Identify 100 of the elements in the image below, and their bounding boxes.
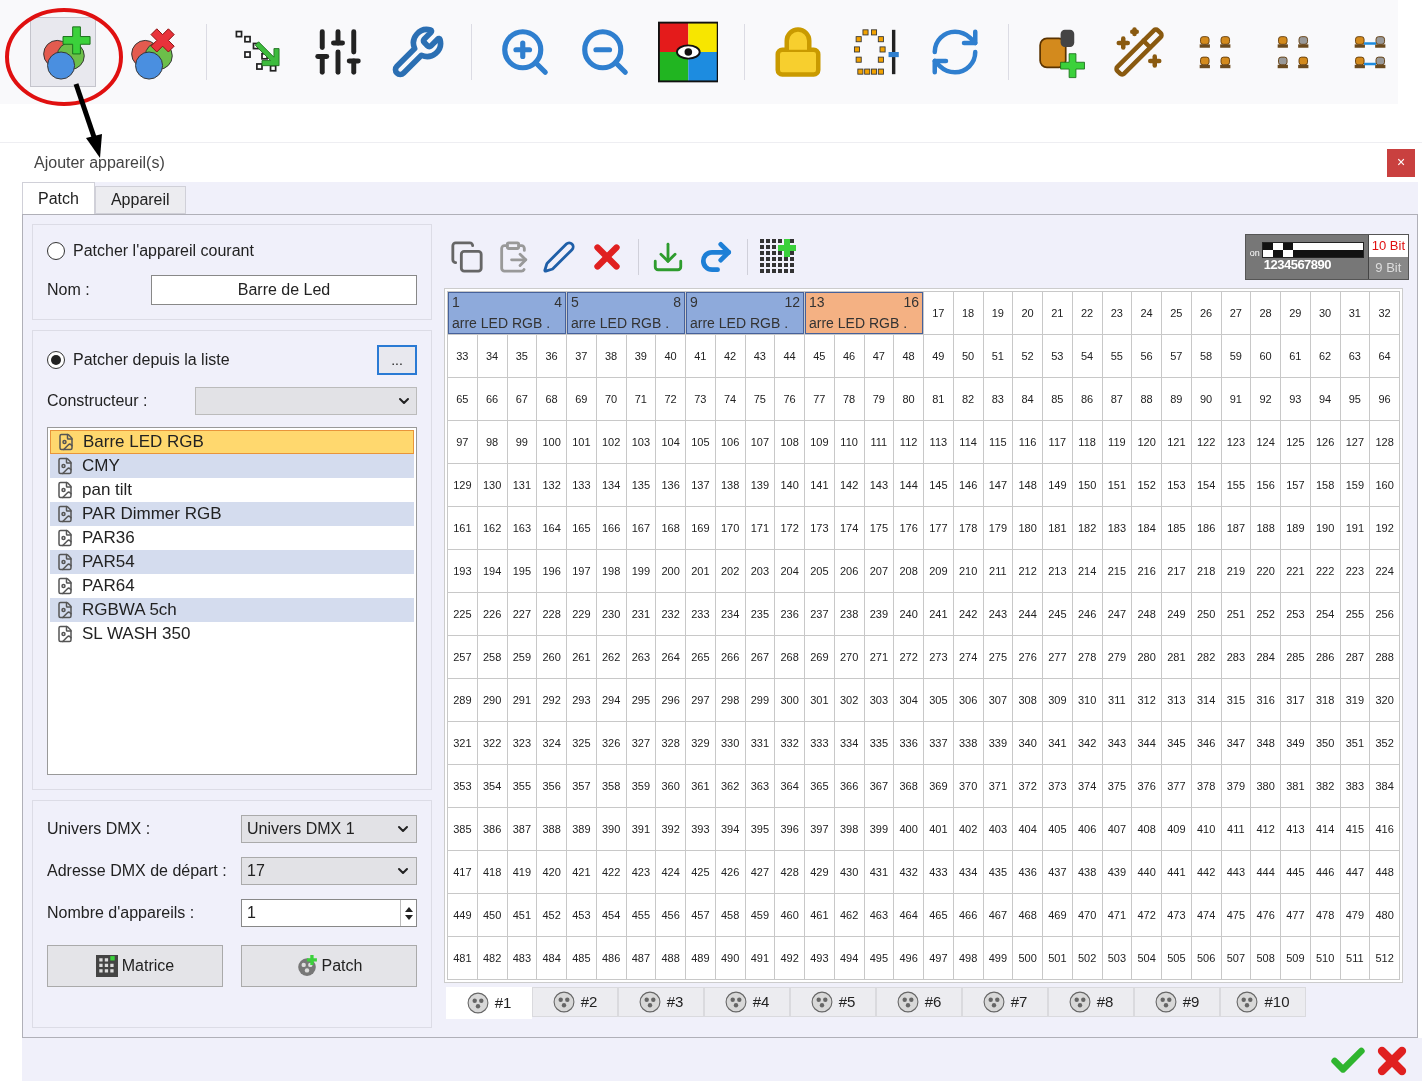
channel-cell[interactable]: 145	[924, 464, 953, 506]
channel-cell[interactable]: 425	[686, 851, 715, 893]
download-icon[interactable]	[651, 240, 685, 274]
channel-cell[interactable]: 249	[1162, 593, 1191, 635]
channel-cell[interactable]: 377	[1162, 765, 1191, 807]
channel-cell[interactable]: 342	[1072, 722, 1102, 764]
channel-cell[interactable]: 476	[1251, 894, 1280, 936]
channel-cell[interactable]: 115	[983, 421, 1013, 463]
channel-cell[interactable]: 43	[745, 335, 775, 377]
channel-cell[interactable]: 58	[1191, 335, 1221, 377]
channel-cell[interactable]: 449	[448, 894, 477, 936]
channel-cell[interactable]: 328	[656, 722, 685, 764]
channel-cell[interactable]: 128	[1370, 421, 1399, 463]
channel-cell[interactable]: 196	[537, 550, 566, 592]
channel-cell[interactable]: 420	[537, 851, 566, 893]
channel-cell[interactable]: 446	[1310, 851, 1340, 893]
channel-cell[interactable]: 320	[1370, 679, 1399, 721]
channel-cell[interactable]: 156	[1251, 464, 1280, 506]
channel-cell[interactable]: 49	[924, 335, 953, 377]
color-eye-icon[interactable]	[657, 20, 719, 84]
channel-cell[interactable]: 363	[745, 765, 775, 807]
channel-cell[interactable]: 87	[1102, 378, 1132, 420]
fixture-list-item[interactable]: Barre LED RGB	[50, 430, 414, 454]
channel-cell[interactable]: 159	[1340, 464, 1370, 506]
channel-cell[interactable]: 256	[1370, 593, 1399, 635]
channel-cell[interactable]: 175	[864, 507, 894, 549]
channel-cell[interactable]: 174	[834, 507, 864, 549]
tools-icon[interactable]	[390, 25, 445, 79]
channel-cell[interactable]: 394	[715, 808, 745, 850]
channel-cell[interactable]: 290	[477, 679, 507, 721]
channel-cell[interactable]: 95	[1340, 378, 1370, 420]
channel-cell[interactable]: 411	[1221, 808, 1251, 850]
channel-cell[interactable]: 321	[448, 722, 477, 764]
channel-cell[interactable]: 318	[1310, 679, 1340, 721]
channel-cell[interactable]: 91	[1221, 378, 1251, 420]
channel-cell[interactable]: 490	[715, 937, 745, 979]
channel-cell[interactable]: 483	[507, 937, 537, 979]
channel-cell[interactable]: 96	[1370, 378, 1399, 420]
channel-cell[interactable]: 177	[924, 507, 953, 549]
universe-tab[interactable]: #10	[1220, 987, 1306, 1017]
channel-cell[interactable]: 68	[537, 378, 566, 420]
channel-cell[interactable]: 88	[1132, 378, 1161, 420]
channel-cell[interactable]: 365	[805, 765, 834, 807]
channel-cell[interactable]: 111	[864, 421, 894, 463]
channel-cell[interactable]: 332	[775, 722, 804, 764]
channel-cell[interactable]: 251	[1221, 593, 1251, 635]
channel-cell[interactable]: 486	[596, 937, 626, 979]
channel-cell[interactable]: 121	[1162, 421, 1191, 463]
channel-cell[interactable]: 227	[507, 593, 537, 635]
channel-cell[interactable]: 329	[686, 722, 715, 764]
channel-cell[interactable]: 481	[448, 937, 477, 979]
channel-cell[interactable]: 417	[448, 851, 477, 893]
channel-cell[interactable]: 492	[775, 937, 804, 979]
channel-cell[interactable]: 223	[1340, 550, 1370, 592]
channel-cell[interactable]: 101	[567, 421, 596, 463]
tab[interactable]: Patch	[22, 182, 95, 214]
channel-cell[interactable]: 299	[745, 679, 775, 721]
channel-cell[interactable]: 254	[1310, 593, 1340, 635]
channel-cell[interactable]: 376	[1132, 765, 1161, 807]
channel-cell[interactable]: 24	[1132, 292, 1161, 334]
channel-cell[interactable]: 337	[924, 722, 953, 764]
channel-cell[interactable]: 224	[1370, 550, 1399, 592]
dropdown[interactable]: Univers DMX 1	[241, 815, 417, 843]
channel-cell[interactable]: 268	[775, 636, 804, 678]
channel-cell[interactable]: 130	[477, 464, 507, 506]
channel-cell[interactable]: 38	[596, 335, 626, 377]
channel-cell[interactable]: 341	[1043, 722, 1072, 764]
channel-cell[interactable]: 415	[1340, 808, 1370, 850]
channel-cell[interactable]: 219	[1221, 550, 1251, 592]
channel-cell[interactable]: 117	[1043, 421, 1072, 463]
channel-cell[interactable]: 306	[953, 679, 983, 721]
channel-cell[interactable]: 487	[626, 937, 656, 979]
channel-cell[interactable]: 146	[953, 464, 983, 506]
channel-cell[interactable]: 419	[507, 851, 537, 893]
channel-cell[interactable]: 283	[1221, 636, 1251, 678]
channel-cell[interactable]: 78	[834, 378, 864, 420]
channel-cell[interactable]: 308	[1013, 679, 1042, 721]
channel-cell[interactable]: 410	[1191, 808, 1221, 850]
channel-cell[interactable]: 99	[507, 421, 537, 463]
channel-cell[interactable]: 335	[864, 722, 894, 764]
channel-cell[interactable]: 50	[953, 335, 983, 377]
channel-cell[interactable]: 238	[834, 593, 864, 635]
channel-cell[interactable]: 442	[1191, 851, 1221, 893]
channel-cell[interactable]: 472	[1132, 894, 1161, 936]
channel-cell[interactable]: 362	[715, 765, 745, 807]
channel-cell[interactable]: 303	[864, 679, 894, 721]
channel-cell[interactable]: 136	[656, 464, 685, 506]
channel-cell[interactable]: 176	[894, 507, 923, 549]
channel-cell[interactable]: 151	[1102, 464, 1132, 506]
channel-cell[interactable]: 163	[507, 507, 537, 549]
channel-cell[interactable]: 134	[596, 464, 626, 506]
channel-cell[interactable]: 456	[656, 894, 685, 936]
channel-cell[interactable]: 72	[656, 378, 685, 420]
channel-cell[interactable]: 405	[1043, 808, 1072, 850]
channel-cell[interactable]: 195	[507, 550, 537, 592]
channel-cell[interactable]: 44	[775, 335, 804, 377]
channel-cell[interactable]: 381	[1281, 765, 1310, 807]
channel-cell[interactable]: 469	[1043, 894, 1072, 936]
channel-cell[interactable]: 137	[686, 464, 715, 506]
channel-cell[interactable]: 262	[596, 636, 626, 678]
